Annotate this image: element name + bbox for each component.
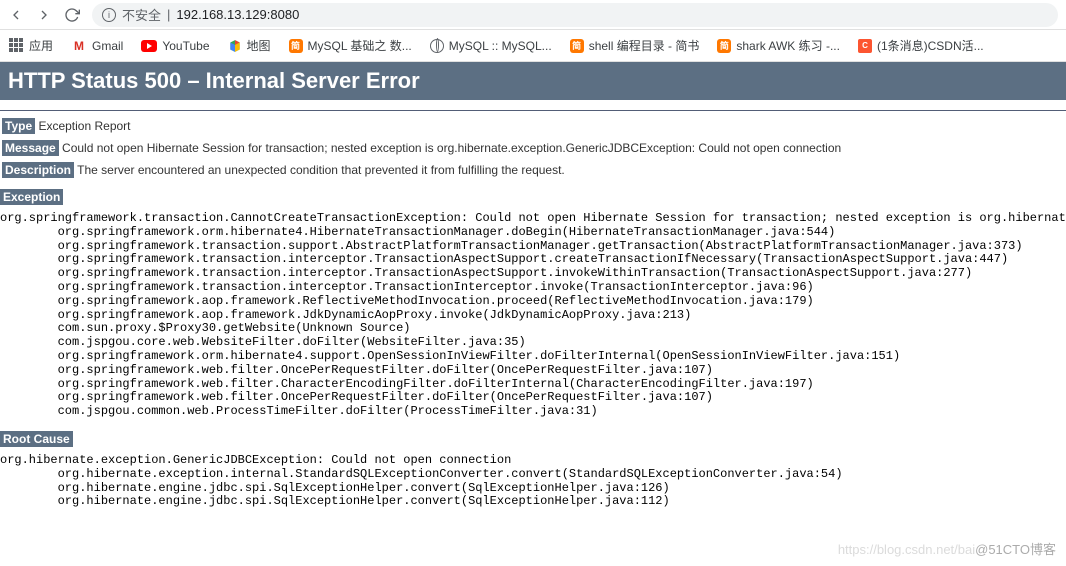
address-bar[interactable]: i 不安全 | 192.168.13.129:8080 — [92, 3, 1058, 27]
csdn-bookmark[interactable]: C (1条消息)CSDN活... — [858, 37, 984, 54]
shell-label: shell 编程目录 - 简书 — [589, 37, 700, 54]
jianshu-icon-3: 简 — [717, 39, 731, 53]
mysql-basics-bookmark[interactable]: 简 MySQL 基础之 数... — [289, 37, 412, 54]
url-separator: | — [167, 7, 170, 22]
security-label: 不安全 — [122, 5, 161, 24]
maps-icon — [228, 39, 242, 53]
exception-header: Exception — [0, 189, 63, 205]
type-label: Type — [2, 118, 35, 134]
message-line: Message Could not open Hibernate Session… — [0, 141, 1066, 155]
mysql-label: MySQL :: MySQL... — [449, 39, 552, 53]
apps-bookmark[interactable]: 应用 — [8, 37, 53, 54]
page-content: HTTP Status 500 – Internal Server Error … — [0, 62, 1066, 509]
watermark: https://blog.csdn.net/bai@51CTO博客 — [838, 539, 1056, 558]
jianshu-icon-2: 简 — [570, 39, 584, 53]
browser-toolbar: i 不安全 | 192.168.13.129:8080 — [0, 0, 1066, 30]
divider — [0, 110, 1066, 111]
description-line: Description The server encountered an un… — [0, 163, 1066, 177]
csdn-icon: C — [858, 39, 872, 53]
maps-label: 地图 — [247, 37, 271, 54]
mysql-bookmark[interactable]: MySQL :: MySQL... — [430, 39, 552, 53]
watermark-text: @51CTO博客 — [975, 542, 1056, 557]
info-icon: i — [102, 8, 116, 22]
shark-label: shark AWK 练习 -... — [736, 37, 840, 54]
watermark-faded: https://blog.csdn.net/bai — [838, 542, 975, 557]
shell-bookmark[interactable]: 简 shell 编程目录 - 简书 — [570, 37, 700, 54]
error-header: HTTP Status 500 – Internal Server Error — [0, 62, 1066, 100]
mysql-basics-label: MySQL 基础之 数... — [308, 37, 412, 54]
back-button[interactable] — [8, 7, 24, 23]
bookmarks-bar: 应用 M Gmail YouTube 地图 简 MySQL 基础之 数... M… — [0, 30, 1066, 62]
exception-trace: org.springframework.transaction.CannotCr… — [0, 212, 1066, 419]
type-line: Type Exception Report — [0, 119, 1066, 133]
url-text: 192.168.13.129:8080 — [176, 7, 299, 22]
globe-icon — [430, 39, 444, 53]
gmail-label: Gmail — [92, 39, 123, 53]
description-label: Description — [2, 162, 74, 178]
apps-icon — [8, 38, 24, 54]
youtube-icon — [141, 40, 157, 52]
message-label: Message — [2, 140, 59, 156]
message-value: Could not open Hibernate Session for tra… — [59, 141, 841, 155]
apps-label: 应用 — [29, 37, 53, 54]
youtube-bookmark[interactable]: YouTube — [141, 39, 209, 53]
description-value: The server encountered an unexpected con… — [74, 163, 565, 177]
maps-bookmark[interactable]: 地图 — [228, 37, 271, 54]
csdn-label: (1条消息)CSDN活... — [877, 37, 984, 54]
root-cause-trace: org.hibernate.exception.GenericJDBCExcep… — [0, 454, 1066, 509]
shark-bookmark[interactable]: 简 shark AWK 练习 -... — [717, 37, 840, 54]
youtube-label: YouTube — [162, 39, 209, 53]
forward-button[interactable] — [36, 7, 52, 23]
jianshu-icon: 简 — [289, 39, 303, 53]
reload-button[interactable] — [64, 7, 80, 23]
gmail-bookmark[interactable]: M Gmail — [71, 38, 123, 54]
root-cause-header: Root Cause — [0, 431, 73, 447]
gmail-icon: M — [71, 38, 87, 54]
type-value: Exception Report — [35, 119, 130, 133]
